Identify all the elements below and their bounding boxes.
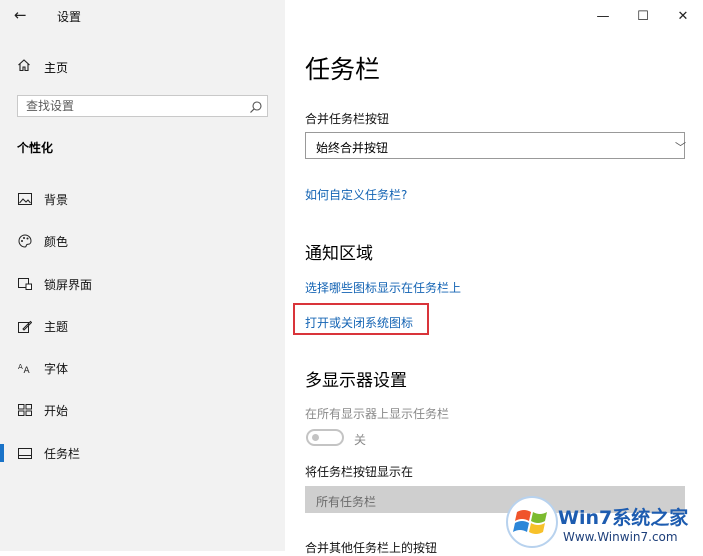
- svg-text:A: A: [24, 366, 31, 374]
- home-label: 主页: [44, 60, 69, 75]
- combine-buttons-value: 始终合并按钮: [316, 141, 389, 155]
- sidebar-item-lock-screen[interactable]: 锁屏界面: [0, 271, 285, 297]
- sidebar-item-label: 主题: [44, 319, 69, 334]
- sidebar-item-label: 背景: [44, 192, 69, 207]
- start-icon: [17, 403, 33, 417]
- chevron-down-icon: ﹀: [675, 141, 686, 154]
- theme-icon: [17, 319, 33, 333]
- watermark-brand: Win7系统之家: [558, 507, 689, 529]
- watermark: Win7系统之家 Www.Winwin7.com: [505, 495, 703, 551]
- toggle-state-label: 关: [354, 433, 367, 447]
- search-box[interactable]: [17, 95, 268, 117]
- combine-buttons-label: 合并任务栏按钮: [305, 112, 390, 126]
- window-title: 设置: [57, 10, 82, 24]
- toggle-knob: [312, 434, 319, 441]
- system-icons-link[interactable]: 打开或关闭系统图标: [305, 314, 413, 331]
- sidebar-item-themes[interactable]: 主题: [0, 313, 285, 339]
- page-title: 任务栏: [305, 55, 381, 84]
- combine-other-label: 合并其他任务栏上的按钮: [305, 541, 438, 555]
- show-all-displays-label: 在所有显示器上显示任务栏: [305, 407, 450, 421]
- palette-icon: [17, 234, 33, 248]
- show-buttons-value: 所有任务栏: [316, 495, 377, 509]
- show-buttons-label: 将任务栏按钮显示在: [305, 465, 414, 479]
- notification-area-heading: 通知区域: [305, 244, 373, 264]
- sidebar-item-label: 锁屏界面: [44, 277, 93, 292]
- close-button[interactable]: ✕: [663, 0, 703, 32]
- taskbar-icon: [17, 446, 33, 460]
- sidebar-item-start[interactable]: 开始: [0, 397, 285, 423]
- window-controls: — ☐ ✕: [583, 0, 703, 32]
- show-all-displays-toggle[interactable]: [306, 429, 344, 446]
- sidebar-item-colors[interactable]: 颜色: [0, 228, 285, 254]
- watermark-url: Www.Winwin7.com: [563, 530, 678, 544]
- maximize-button[interactable]: ☐: [623, 0, 663, 32]
- minimize-button[interactable]: —: [583, 0, 623, 32]
- sidebar-item-label: 开始: [44, 403, 69, 418]
- back-arrow-icon[interactable]: ←: [14, 6, 27, 24]
- lock-screen-icon: [17, 277, 33, 291]
- main-content: — ☐ ✕ 任务栏 合并任务栏按钮 始终合并按钮 ﹀ 如何自定义任务栏? 通知区…: [285, 0, 703, 555]
- multi-display-heading: 多显示器设置: [305, 371, 407, 391]
- search-icon[interactable]: [249, 99, 263, 113]
- svg-text:A: A: [18, 363, 23, 371]
- combine-buttons-dropdown[interactable]: 始终合并按钮 ﹀: [305, 132, 686, 159]
- nav-home[interactable]: 主页: [17, 58, 68, 76]
- sidebar-item-label: 任务栏: [44, 446, 81, 461]
- customize-taskbar-link[interactable]: 如何自定义任务栏?: [305, 186, 407, 203]
- sidebar-item-taskbar[interactable]: 任务栏: [0, 440, 285, 466]
- sidebar: ← 设置 主页 个性化 背景 颜色 锁屏界面 主题: [0, 0, 285, 551]
- sidebar-item-label: 字体: [44, 361, 69, 376]
- home-icon: [17, 58, 33, 76]
- active-indicator: [0, 444, 4, 462]
- sidebar-item-background[interactable]: 背景: [0, 186, 285, 212]
- sidebar-item-fonts[interactable]: AA 字体: [0, 355, 285, 381]
- sidebar-item-label: 颜色: [44, 234, 69, 249]
- select-icons-link[interactable]: 选择哪些图标显示在任务栏上: [305, 279, 461, 296]
- search-input[interactable]: [26, 98, 236, 114]
- font-icon: AA: [17, 361, 33, 375]
- windows-logo-icon: [505, 495, 559, 549]
- picture-icon: [17, 192, 33, 206]
- section-heading-personalization: 个性化: [17, 141, 54, 155]
